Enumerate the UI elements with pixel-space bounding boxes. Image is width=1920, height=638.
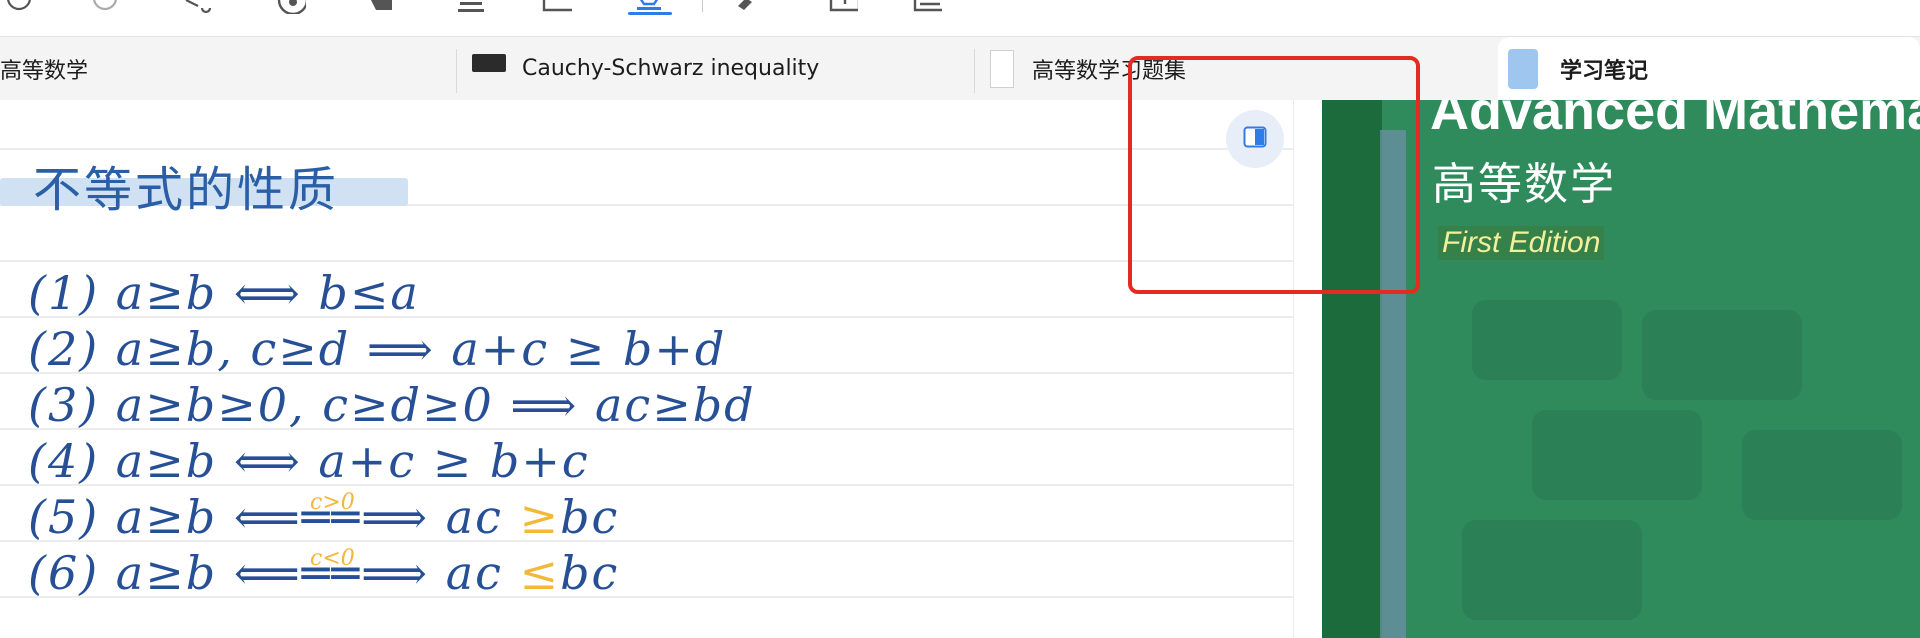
line6-rhs: ⟹ ac <box>361 546 503 600</box>
tab-divider <box>974 49 975 93</box>
toolbar <box>0 0 1920 37</box>
line5-operator: ≥ <box>519 490 561 544</box>
note-heading: 、不等式的性质 <box>0 162 340 218</box>
highlighter-icon[interactable] <box>456 0 486 14</box>
condition-c-positive: c>0 <box>310 490 355 515</box>
cover-edition-label: First Edition <box>1438 226 1605 260</box>
handwritten-line-4: (4) a≥b ⟺ a+c ≥ b+c <box>28 434 590 488</box>
line5-rhs: ⟹ ac <box>361 490 503 544</box>
highlight-annotation-box <box>1128 56 1420 294</box>
circle-icon[interactable] <box>90 0 120 14</box>
cover-title-chinese: 高等数学 <box>1432 159 1616 210</box>
active-tool-indicator <box>628 12 672 15</box>
tab-bar: 高等数学 Cauchy-Schwarz inequality 高等数学习题集 学… <box>0 37 1920 100</box>
toolbar-separator <box>702 0 703 12</box>
tab-label: Cauchy-Schwarz inequality <box>522 56 820 81</box>
line6-operator: ≤ <box>519 546 561 600</box>
tab-study-notes[interactable]: 学习笔记 <box>1498 37 1920 100</box>
notebook-icon <box>1508 48 1538 89</box>
cover-stone-texture <box>1642 310 1802 400</box>
condition-c-negative: c<0 <box>310 546 355 571</box>
crop-icon[interactable] <box>542 0 572 14</box>
image-icon[interactable] <box>912 0 942 14</box>
line5-lhs: (5) a≥b ⟸ <box>28 490 302 544</box>
line6-lhs: (6) a≥b ⟸ <box>28 546 302 600</box>
eraser-icon[interactable] <box>366 0 396 14</box>
line6-rhs-b: bc <box>560 546 620 600</box>
line5-rhs-b: bc <box>560 490 620 544</box>
cover-stone-texture <box>1462 520 1642 620</box>
dark-thumbnail-icon <box>472 53 506 72</box>
cover-stone-texture <box>1742 430 1902 520</box>
document-thumbnail-icon <box>990 49 1014 88</box>
handwritten-line-2: (2) a≥b, c≥d ⟹ a+c ≥ b+d <box>28 322 727 376</box>
cover-stone-texture <box>1532 410 1702 500</box>
cover-title-english: Advanced Mathema <box>1430 100 1920 141</box>
ruled-line <box>0 260 1294 262</box>
tab-label: 高等数学 <box>0 58 89 84</box>
handwritten-line-3: (3) a≥b≥0, c≥d≥0 ⟹ ac≥bd <box>28 378 756 432</box>
gear-icon[interactable] <box>276 0 306 14</box>
tab-divider <box>456 49 457 93</box>
cover-stone-texture <box>1472 300 1622 380</box>
handwritten-line-1: (1) a≥b ⟺ b≤a <box>28 266 420 320</box>
tab-label: 学习笔记 <box>1560 58 1649 84</box>
tab-cauchy-schwarz[interactable]: Cauchy-Schwarz inequality <box>472 37 972 100</box>
tab-advanced-math[interactable]: 高等数学 <box>0 37 456 100</box>
insert-icon[interactable] <box>828 0 858 14</box>
pen-icon[interactable] <box>732 0 762 14</box>
redo-circle-icon[interactable] <box>4 0 34 14</box>
lasso-icon[interactable] <box>184 0 214 14</box>
